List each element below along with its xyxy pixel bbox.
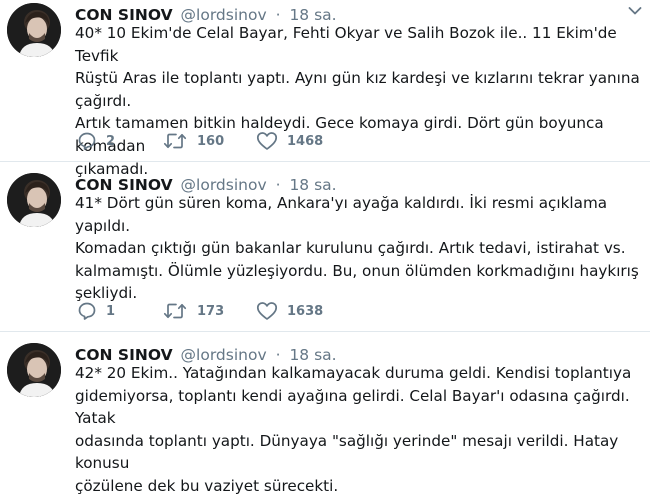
tweet-text: 41* Dört gün süren koma, Ankara'yı ayağa…: [75, 194, 639, 303]
tweet-2[interactable]: CON SINOV @lordsinov · 18 sa. 41* Dört g…: [0, 170, 650, 330]
reply-icon: [78, 302, 96, 320]
divider: [0, 161, 650, 162]
avatar[interactable]: [7, 3, 61, 57]
reply-button[interactable]: 2: [77, 131, 137, 151]
avatar[interactable]: [7, 343, 61, 397]
like-count: 1468: [287, 134, 324, 149]
chevron-down-icon[interactable]: [628, 6, 642, 16]
retweet-button[interactable]: 160: [163, 131, 243, 151]
like-button[interactable]: 1468: [256, 131, 336, 151]
retweet-icon: [163, 303, 187, 319]
retweet-icon: [163, 133, 187, 149]
tweet-actions: 2 160 1468: [75, 131, 635, 151]
retweet-button[interactable]: 173: [163, 301, 243, 321]
reply-icon: [78, 132, 96, 150]
like-count: 1638: [287, 304, 324, 319]
tweet-text: 42* 20 Ekim.. Yatağından kalkamayacak du…: [75, 364, 632, 495]
avatar[interactable]: [7, 173, 61, 227]
tweet-text: 40* 10 Ekim'de Celal Bayar, Fehti Okyar …: [75, 24, 640, 178]
retweet-count: 160: [197, 134, 225, 149]
like-button[interactable]: 1638: [256, 301, 336, 321]
tweet-actions: 1 173 1638: [75, 301, 635, 321]
heart-icon: [256, 132, 278, 150]
retweet-count: 173: [197, 304, 225, 319]
tweet-3[interactable]: CON SINOV @lordsinov · 18 sa. 42* 20 Eki…: [0, 340, 650, 495]
reply-count: 1: [106, 304, 116, 319]
divider: [0, 331, 650, 332]
heart-icon: [256, 302, 278, 320]
tweet-1[interactable]: CON SINOV @lordsinov · 18 sa. 40* 10 Eki…: [0, 0, 650, 178]
reply-count: 2: [106, 134, 116, 149]
reply-button[interactable]: 1: [77, 301, 137, 321]
